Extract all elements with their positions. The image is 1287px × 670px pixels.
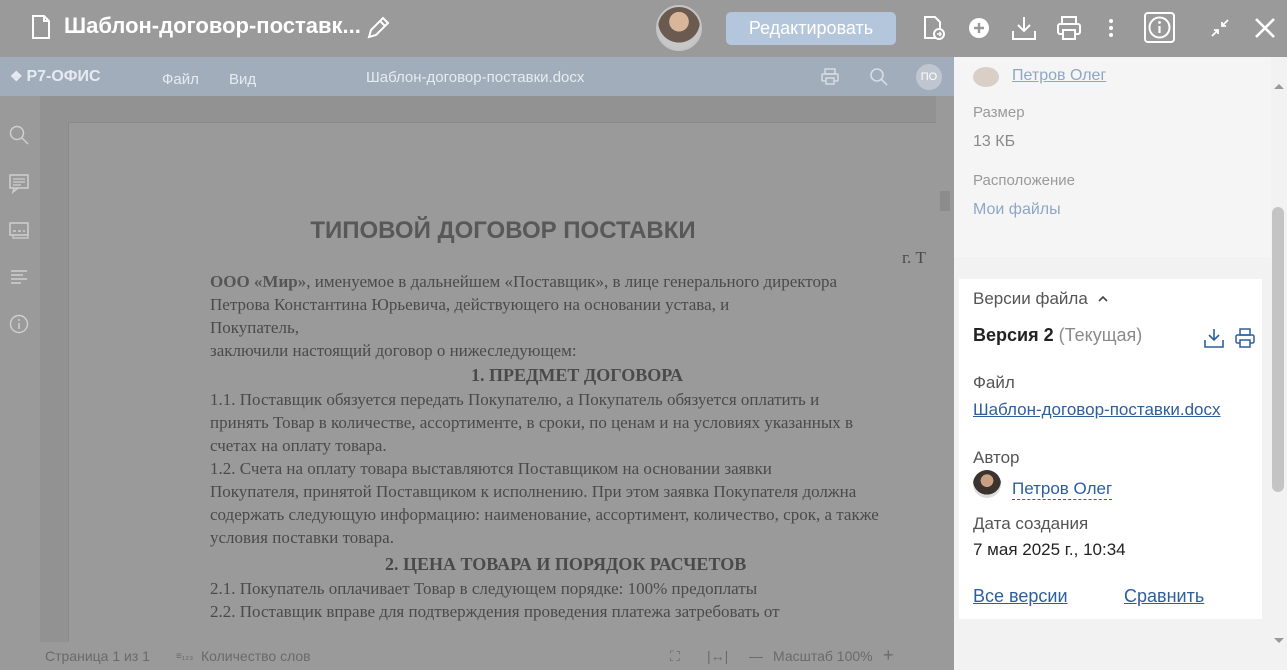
- file-link[interactable]: Шаблон-договор-поставки.docx: [973, 400, 1221, 420]
- editor-filename: Шаблон-договор-поставки.docx: [366, 69, 585, 86]
- page-indicator: Страница 1 из 1: [45, 648, 150, 664]
- scroll-down-icon[interactable]: [1271, 635, 1287, 645]
- file-properties: Петров Олег Размер 13 КБ Расположение Мо…: [954, 57, 1271, 257]
- fit-width-icon[interactable]: |↔|: [707, 648, 728, 664]
- plus-circle-icon[interactable]: [966, 14, 994, 42]
- doc-line: 2.1. Покупатель оплачивает Товар в следу…: [210, 579, 758, 598]
- more-icon[interactable]: [1097, 14, 1125, 42]
- doc-line: 1.2. Счета на оплату товара выставляются…: [210, 459, 772, 478]
- chevron-up-icon: [1097, 295, 1108, 302]
- location-label: Расположение: [973, 172, 1075, 189]
- user-badge[interactable]: ПО: [916, 64, 942, 90]
- user-avatar[interactable]: [656, 5, 702, 51]
- doc-line: 2.2. Поставщик вправе для подтверждения …: [210, 602, 780, 621]
- versions-card: Версии файла Версия 2 (Текущая) Файл Шаб…: [959, 279, 1262, 619]
- doc-line: ООО «Мир», именуемое в дальнейшем «Поста…: [210, 272, 838, 291]
- pencil-icon[interactable]: [364, 14, 392, 42]
- editor-frame: ❖ Р7-ОФИС Файл Вид Шаблон-договор-постав…: [0, 57, 954, 670]
- doc-line: Покупатель,: [210, 318, 299, 337]
- version-download-icon[interactable]: [1203, 327, 1225, 349]
- size-value: 13 КБ: [973, 133, 1016, 150]
- doc-line: заключили настоящий договор о нижеследую…: [210, 341, 577, 360]
- zoom-out-button[interactable]: —: [749, 648, 763, 664]
- doc-line: условия поставки товара.: [210, 528, 394, 547]
- editor-toolbar: ❖ Р7-ОФИС Файл Вид Шаблон-договор-постав…: [0, 57, 954, 96]
- zoom-in-button[interactable]: +: [883, 645, 894, 666]
- file-label: Файл: [973, 373, 1015, 392]
- author-label: Автор: [973, 448, 1020, 467]
- created-label: Дата создания: [973, 514, 1089, 533]
- chat-icon[interactable]: [8, 219, 30, 241]
- scroll-thumb[interactable]: [940, 191, 950, 211]
- doc-line: счетах на оплату товара.: [210, 436, 387, 455]
- versions-title[interactable]: Версии файла: [973, 289, 1109, 309]
- left-rail: [0, 96, 40, 642]
- word-count-icon[interactable]: ≡₁₂₃: [176, 651, 193, 662]
- size-label: Размер: [973, 104, 1025, 121]
- editor-brand: ❖ Р7-ОФИС: [10, 68, 101, 85]
- vertical-scrollbar[interactable]: [936, 96, 954, 670]
- fit-page-icon[interactable]: ⛶: [670, 648, 680, 665]
- doc-line: Петрова Константина Юрьевича, действующе…: [210, 295, 730, 314]
- close-icon[interactable]: [1251, 14, 1279, 42]
- doc-section-1: 1. ПРЕДМЕТ ДОГОВОРА: [471, 365, 683, 385]
- edit-button[interactable]: Редактировать: [726, 12, 896, 45]
- doc-line: принять Товар в количестве, ассортименте…: [210, 413, 854, 432]
- scroll-up-icon[interactable]: [1271, 81, 1287, 91]
- download-icon[interactable]: [1010, 14, 1038, 42]
- created-value: 7 мая 2025 г., 10:34: [973, 540, 1126, 559]
- doc-section-2: 2. ЦЕНА ТОВАРА И ПОРЯДОК РАСЧЕТОВ: [385, 554, 747, 574]
- status-bar: Страница 1 из 1 ≡₁₂₃ Количество слов ⛶ |…: [0, 643, 954, 670]
- about-icon[interactable]: [8, 313, 30, 335]
- collapse-icon[interactable]: [1206, 14, 1234, 42]
- file-icon: [32, 15, 50, 39]
- owner-link[interactable]: Петров Олег: [1012, 67, 1106, 85]
- panel-scroll-thumb[interactable]: [1272, 207, 1284, 492]
- search-icon[interactable]: [8, 124, 30, 146]
- doc-line: Покупателя, принятой Поставщиком к испол…: [210, 482, 857, 501]
- comments-icon[interactable]: [8, 172, 30, 194]
- top-bar: Шаблон-договор-поставк... Редактировать: [0, 0, 1287, 57]
- brand-logo-icon: ❖: [10, 68, 27, 84]
- author-link[interactable]: Петров Олег: [1012, 479, 1113, 500]
- version-print-icon[interactable]: [1234, 327, 1256, 349]
- zoom-level: Масштаб 100%: [773, 648, 873, 664]
- convert-icon[interactable]: [920, 14, 948, 42]
- menu-view[interactable]: Вид: [229, 71, 256, 88]
- owner-avatar: [973, 67, 999, 87]
- print-icon[interactable]: [1055, 14, 1083, 42]
- doc-title: ТИПОВОЙ ДОГОВОР ПОСТАВКИ: [310, 217, 696, 244]
- all-versions-link[interactable]: Все версии: [973, 586, 1068, 607]
- doc-city: г. Т: [902, 248, 926, 267]
- menu-file[interactable]: Файл: [162, 71, 199, 88]
- location-link[interactable]: Мои файлы: [973, 201, 1061, 219]
- doc-line: содержать следующую информацию: наименов…: [210, 505, 879, 524]
- editor-search-icon[interactable]: [869, 67, 889, 87]
- author-avatar: [973, 470, 1001, 498]
- document-page[interactable]: ТИПОВОЙ ДОГОВОР ПОСТАВКИ г. Т ООО «Мир»,…: [68, 122, 936, 642]
- editor-print-icon[interactable]: [820, 67, 840, 87]
- word-count-button[interactable]: Количество слов: [201, 648, 311, 664]
- info-panel: Петров Олег Размер 13 КБ Расположение Мо…: [954, 57, 1287, 670]
- document-canvas[interactable]: ТИПОВОЙ ДОГОВОР ПОСТАВКИ г. Т ООО «Мир»,…: [40, 96, 936, 642]
- document-title: Шаблон-договор-поставк...: [64, 13, 361, 38]
- info-icon: [1148, 16, 1171, 39]
- info-button[interactable]: [1144, 12, 1175, 43]
- doc-line: 1.1. Поставщик обязуется передать Покупа…: [210, 390, 820, 409]
- version-title: Версия 2 (Текущая): [973, 325, 1143, 345]
- navigation-icon[interactable]: [8, 266, 30, 288]
- compare-link[interactable]: Сравнить: [1124, 586, 1204, 607]
